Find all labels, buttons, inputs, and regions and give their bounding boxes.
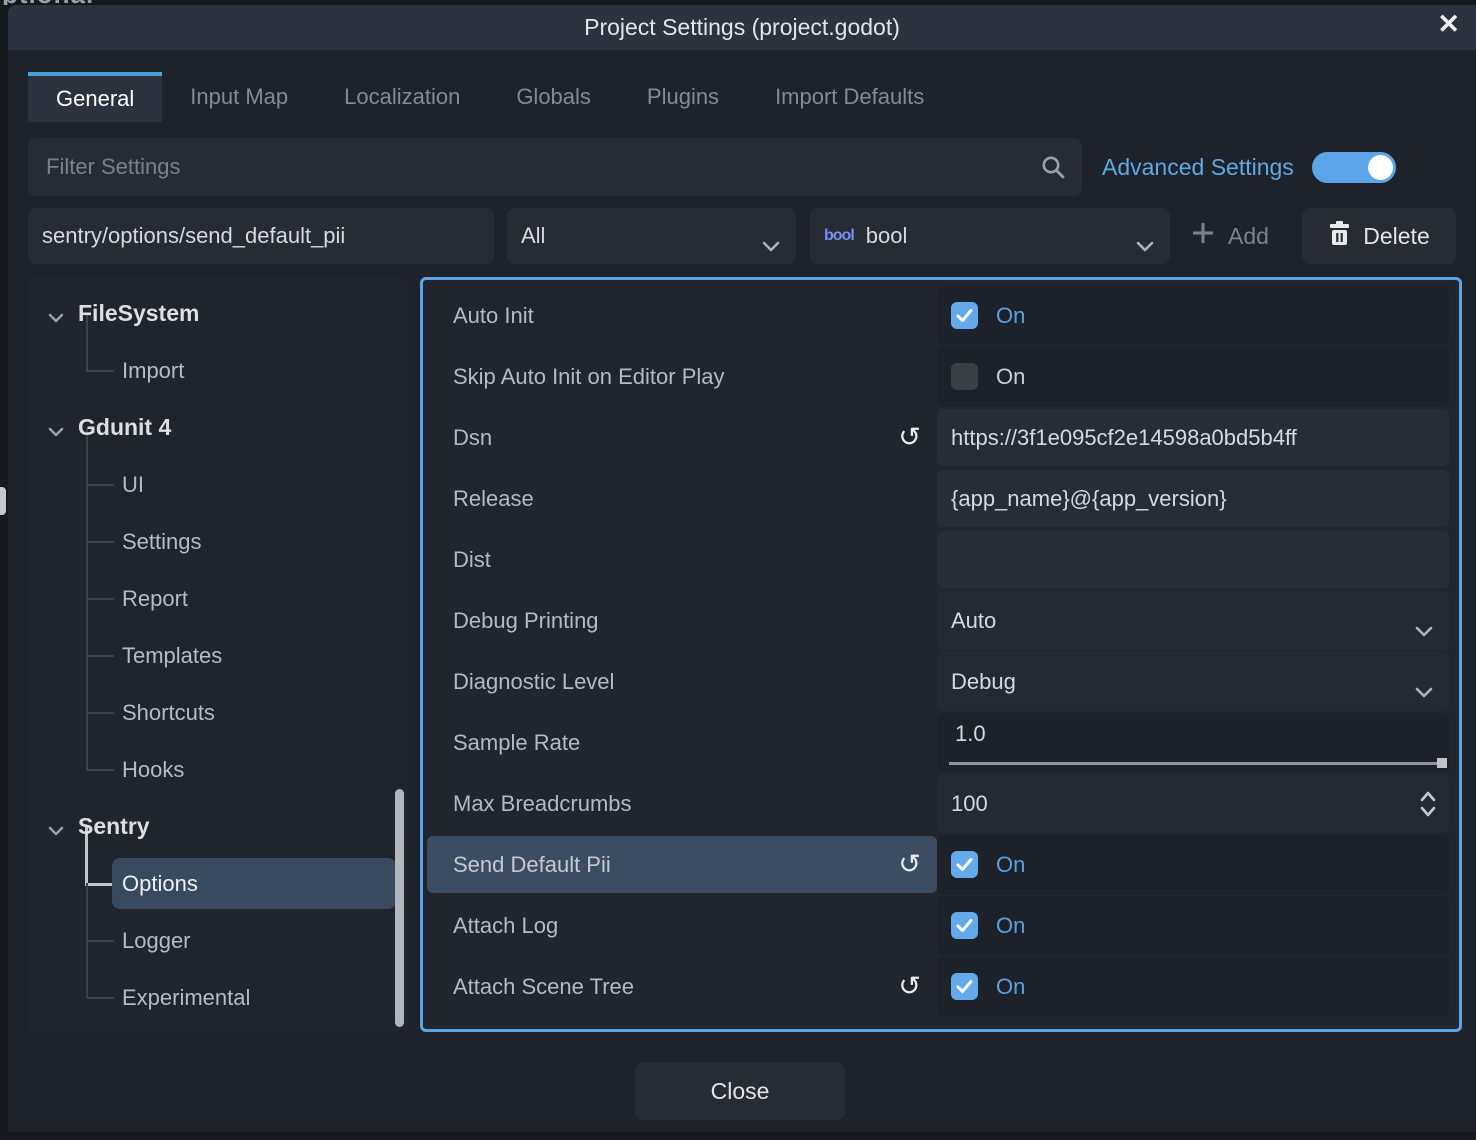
checkbox-value: On bbox=[937, 957, 1449, 1016]
dropdown-field[interactable]: Auto bbox=[937, 591, 1449, 650]
spinbox-field[interactable]: 100 bbox=[937, 774, 1449, 833]
setting-label: Diagnostic Level bbox=[427, 651, 937, 712]
setting-row-attach-log: Attach Log On bbox=[427, 895, 1455, 956]
toggle-knob bbox=[1368, 155, 1393, 180]
tree-item-templates[interactable]: Templates bbox=[28, 627, 408, 684]
setting-row-dsn: Dsn↺ https://3f1e095cf2e14598a0bd5b4ff bbox=[427, 407, 1455, 468]
tab-input-map[interactable]: Input Map bbox=[162, 72, 316, 122]
setting-row-auto-init: Auto Init On bbox=[427, 285, 1455, 346]
checkbox-value: On bbox=[937, 896, 1449, 955]
type-dropdown[interactable]: bool bool bbox=[810, 208, 1170, 264]
setting-label: Auto Init bbox=[427, 285, 937, 346]
add-button[interactable]: Add bbox=[1182, 208, 1277, 264]
delete-button[interactable]: Delete bbox=[1302, 208, 1456, 264]
chevron-down-icon bbox=[1415, 617, 1433, 643]
setting-label: Release bbox=[427, 468, 937, 529]
setting-row-attach-scene-tree: Attach Scene Tree↺ On bbox=[427, 956, 1455, 1017]
checkbox-unchecked[interactable] bbox=[951, 363, 978, 390]
tree-item-settings[interactable]: Settings bbox=[28, 513, 408, 570]
tree-scrollbar[interactable] bbox=[395, 789, 404, 1027]
category-filter-dropdown[interactable]: All bbox=[507, 208, 796, 264]
tree-item-experimental[interactable]: Experimental bbox=[28, 969, 408, 1026]
bool-type-icon: bool bbox=[824, 227, 854, 245]
dialog-title: Project Settings (project.godot) bbox=[584, 14, 900, 41]
revert-icon[interactable]: ↺ bbox=[898, 851, 921, 878]
dropdown-field[interactable]: Debug bbox=[937, 652, 1449, 711]
checkbox-checked[interactable] bbox=[951, 851, 978, 878]
search-icon bbox=[1040, 154, 1066, 185]
advanced-settings-label: Advanced Settings bbox=[1102, 154, 1294, 181]
checkbox-checked[interactable] bbox=[951, 912, 978, 939]
tree-item-logger[interactable]: Logger bbox=[28, 912, 408, 969]
trash-icon bbox=[1328, 221, 1351, 252]
setting-label: Skip Auto Init on Editor Play bbox=[427, 346, 937, 407]
setting-row-diagnostic-level: Diagnostic Level Debug bbox=[427, 651, 1455, 712]
setting-label: Max Breadcrumbs bbox=[427, 773, 937, 834]
slider-handle[interactable] bbox=[1437, 758, 1447, 768]
chevron-down-icon bbox=[48, 815, 64, 842]
tab-plugins[interactable]: Plugins bbox=[619, 72, 747, 122]
tab-localization[interactable]: Localization bbox=[316, 72, 488, 122]
text-field[interactable]: https://3f1e095cf2e14598a0bd5b4ff bbox=[937, 409, 1449, 466]
dialog-body: General Input Map Localization Globals P… bbox=[8, 50, 1476, 1132]
plus-icon bbox=[1190, 220, 1216, 252]
text-field[interactable] bbox=[937, 531, 1449, 588]
tree-item-hooks[interactable]: Hooks bbox=[28, 741, 408, 798]
tree-item-shortcuts[interactable]: Shortcuts bbox=[28, 684, 408, 741]
settings-inspector-panel: Auto Init On Skip Auto Init on Editor Pl… bbox=[420, 277, 1462, 1032]
checkbox-value: On bbox=[937, 347, 1449, 406]
chevron-down-icon bbox=[1136, 232, 1154, 258]
tab-bar: General Input Map Localization Globals P… bbox=[28, 72, 952, 122]
tree-category-gdunit4[interactable]: Gdunit 4 bbox=[28, 399, 408, 456]
setting-label: Dsn↺ bbox=[427, 407, 937, 468]
chevron-down-icon bbox=[48, 416, 64, 443]
checkbox-checked[interactable] bbox=[951, 973, 978, 1000]
checkbox-value: On bbox=[937, 286, 1449, 345]
setting-label: Debug Printing bbox=[427, 590, 937, 651]
tab-import-defaults[interactable]: Import Defaults bbox=[747, 72, 952, 122]
setting-label: Attach Scene Tree↺ bbox=[427, 956, 937, 1017]
property-name-field[interactable] bbox=[28, 208, 494, 264]
close-icon[interactable]: ✕ bbox=[1437, 9, 1460, 40]
setting-row-release: Release {app_name}@{app_version} bbox=[427, 468, 1455, 529]
advanced-settings-control: Advanced Settings bbox=[1102, 138, 1396, 196]
checkbox-checked[interactable] bbox=[951, 302, 978, 329]
slider-track[interactable] bbox=[949, 762, 1443, 765]
tab-globals[interactable]: Globals bbox=[488, 72, 619, 122]
spinner-updown-icon[interactable] bbox=[1419, 790, 1437, 824]
chevron-down-icon bbox=[1415, 678, 1433, 704]
advanced-settings-toggle[interactable] bbox=[1312, 152, 1396, 183]
dialog-titlebar: Project Settings (project.godot) ✕ bbox=[8, 5, 1476, 50]
chevron-down-icon bbox=[48, 302, 64, 329]
setting-row-dist: Dist bbox=[427, 529, 1455, 590]
setting-row-debug-printing: Debug Printing Auto bbox=[427, 590, 1455, 651]
tree-item-report[interactable]: Report bbox=[28, 570, 408, 627]
revert-icon[interactable]: ↺ bbox=[898, 973, 921, 1000]
tab-general[interactable]: General bbox=[28, 72, 162, 122]
setting-label: Attach Log bbox=[427, 895, 937, 956]
setting-row-sample-rate: Sample Rate 1.0 bbox=[427, 712, 1455, 773]
project-settings-dialog: ptional Project Settings (project.godot)… bbox=[0, 0, 1476, 1140]
setting-label-highlighted: Send Default Pii↺ bbox=[427, 836, 937, 893]
text-field[interactable]: {app_name}@{app_version} bbox=[937, 470, 1449, 527]
setting-row-skip-auto-init: Skip Auto Init on Editor Play On bbox=[427, 346, 1455, 407]
settings-category-tree: FileSystem Import Gdunit 4 UI Settings R… bbox=[28, 277, 408, 1032]
setting-row-max-breadcrumbs: Max Breadcrumbs 100 bbox=[427, 773, 1455, 834]
setting-label: Dist bbox=[427, 529, 937, 590]
background-scrollbar-sliver bbox=[0, 487, 6, 515]
chevron-down-icon bbox=[762, 232, 780, 258]
revert-icon[interactable]: ↺ bbox=[898, 424, 921, 451]
setting-label: Sample Rate bbox=[427, 712, 937, 773]
tree-item-ui[interactable]: UI bbox=[28, 456, 408, 513]
tree-item-import[interactable]: Import bbox=[28, 342, 408, 399]
checkbox-value: On bbox=[937, 835, 1449, 894]
property-name-input[interactable] bbox=[28, 208, 494, 264]
close-button[interactable]: Close bbox=[635, 1062, 845, 1120]
setting-row-send-default-pii: Send Default Pii↺ On bbox=[427, 834, 1455, 895]
tree-category-filesystem[interactable]: FileSystem bbox=[28, 285, 408, 342]
filter-settings-field[interactable] bbox=[28, 138, 1082, 196]
filter-settings-input[interactable] bbox=[28, 138, 1082, 196]
slider-field[interactable]: 1.0 bbox=[937, 713, 1449, 772]
tree-item-options[interactable]: Options bbox=[28, 855, 408, 912]
